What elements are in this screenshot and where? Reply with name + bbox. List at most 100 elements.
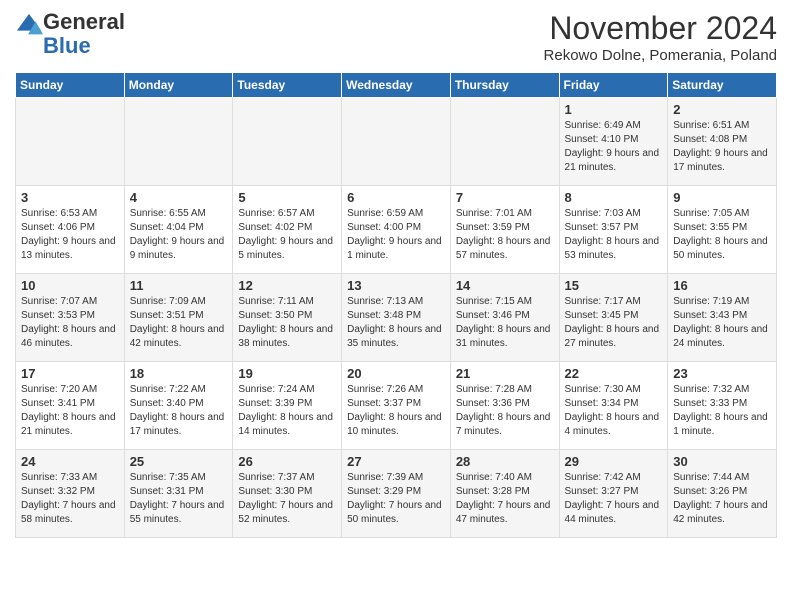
day-info: Sunrise: 7:35 AM Sunset: 3:31 PM Dayligh…	[130, 471, 228, 527]
day-number: 14	[456, 278, 554, 293]
day-info: Sunrise: 6:51 AM Sunset: 4:08 PM Dayligh…	[673, 119, 771, 175]
calendar-cell: 16 Sunrise: 7:19 AM Sunset: 3:43 PM Dayli…	[668, 274, 777, 362]
calendar-cell: 14 Sunrise: 7:15 AM Sunset: 3:46 PM Dayli…	[450, 274, 559, 362]
logo: General Blue	[15, 10, 125, 58]
day-number: 9	[673, 190, 771, 205]
calendar-cell: 4 Sunrise: 6:55 AM Sunset: 4:04 PM Daylig…	[124, 186, 233, 274]
calendar-week-row: 24 Sunrise: 7:33 AM Sunset: 3:32 PM Dayli…	[16, 450, 777, 538]
calendar-cell: 21 Sunrise: 7:28 AM Sunset: 3:36 PM Dayli…	[450, 362, 559, 450]
calendar-cell: 9 Sunrise: 7:05 AM Sunset: 3:55 PM Daylig…	[668, 186, 777, 274]
day-number: 25	[130, 454, 228, 469]
calendar-cell	[342, 98, 451, 186]
day-info: Sunrise: 7:05 AM Sunset: 3:55 PM Dayligh…	[673, 207, 771, 263]
day-info: Sunrise: 7:19 AM Sunset: 3:43 PM Dayligh…	[673, 295, 771, 351]
day-info: Sunrise: 6:53 AM Sunset: 4:06 PM Dayligh…	[21, 207, 119, 263]
day-info: Sunrise: 7:28 AM Sunset: 3:36 PM Dayligh…	[456, 383, 554, 439]
calendar-cell	[450, 98, 559, 186]
day-info: Sunrise: 7:09 AM Sunset: 3:51 PM Dayligh…	[130, 295, 228, 351]
day-info: Sunrise: 7:42 AM Sunset: 3:27 PM Dayligh…	[565, 471, 663, 527]
calendar-cell: 19Sunrise: 7:24 AM Sunset: 3:39 PM Dayli…	[233, 362, 342, 450]
day-number: 3	[21, 190, 119, 205]
column-header-wednesday: Wednesday	[342, 73, 451, 98]
calendar-cell: 27Sunrise: 7:39 AM Sunset: 3:29 PM Dayli…	[342, 450, 451, 538]
day-info: Sunrise: 7:13 AM Sunset: 3:48 PM Dayligh…	[347, 295, 445, 351]
day-number: 30	[673, 454, 771, 469]
calendar-cell: 8 Sunrise: 7:03 AM Sunset: 3:57 PM Daylig…	[559, 186, 668, 274]
calendar-cell: 11Sunrise: 7:09 AM Sunset: 3:51 PM Dayli…	[124, 274, 233, 362]
calendar-cell: 25 Sunrise: 7:35 AM Sunset: 3:31 PM Dayli…	[124, 450, 233, 538]
day-number: 20	[347, 366, 445, 381]
calendar-cell: 29 Sunrise: 7:42 AM Sunset: 3:27 PM Dayli…	[559, 450, 668, 538]
day-number: 26	[238, 454, 336, 469]
calendar-cell: 13 Sunrise: 7:13 AM Sunset: 3:48 PM Dayli…	[342, 274, 451, 362]
calendar-cell: 15Sunrise: 7:17 AM Sunset: 3:45 PM Dayli…	[559, 274, 668, 362]
day-number: 2	[673, 102, 771, 117]
calendar-week-row: 10Sunrise: 7:07 AM Sunset: 3:53 PM Dayli…	[16, 274, 777, 362]
subtitle: Rekowo Dolne, Pomerania, Poland	[544, 47, 777, 64]
day-info: Sunrise: 6:57 AM Sunset: 4:02 PM Dayligh…	[238, 207, 336, 263]
calendar-week-row: 3 Sunrise: 6:53 AM Sunset: 4:06 PM Daylig…	[16, 186, 777, 274]
day-number: 22	[565, 366, 663, 381]
day-number: 4	[130, 190, 228, 205]
day-number: 24	[21, 454, 119, 469]
calendar-week-row: 1Sunrise: 6:49 AM Sunset: 4:10 PM Daylig…	[16, 98, 777, 186]
day-number: 28	[456, 454, 554, 469]
column-header-friday: Friday	[559, 73, 668, 98]
calendar-cell: 26 Sunrise: 7:37 AM Sunset: 3:30 PM Dayli…	[233, 450, 342, 538]
calendar-cell: 6Sunrise: 6:59 AM Sunset: 4:00 PM Daylig…	[342, 186, 451, 274]
calendar-cell	[16, 98, 125, 186]
calendar-cell: 3 Sunrise: 6:53 AM Sunset: 4:06 PM Daylig…	[16, 186, 125, 274]
calendar-week-row: 17 Sunrise: 7:20 AM Sunset: 3:41 PM Dayli…	[16, 362, 777, 450]
day-number: 7	[456, 190, 554, 205]
calendar-cell: 20Sunrise: 7:26 AM Sunset: 3:37 PM Dayli…	[342, 362, 451, 450]
day-number: 17	[21, 366, 119, 381]
calendar-cell: 17 Sunrise: 7:20 AM Sunset: 3:41 PM Dayli…	[16, 362, 125, 450]
day-info: Sunrise: 7:39 AM Sunset: 3:29 PM Dayligh…	[347, 471, 445, 527]
day-info: Sunrise: 7:32 AM Sunset: 3:33 PM Dayligh…	[673, 383, 771, 439]
day-info: Sunrise: 7:37 AM Sunset: 3:30 PM Dayligh…	[238, 471, 336, 527]
day-info: Sunrise: 6:49 AM Sunset: 4:10 PM Dayligh…	[565, 119, 663, 175]
column-header-thursday: Thursday	[450, 73, 559, 98]
calendar-header-row: SundayMondayTuesdayWednesdayThursdayFrid…	[16, 73, 777, 98]
day-number: 18	[130, 366, 228, 381]
calendar-cell: 2 Sunrise: 6:51 AM Sunset: 4:08 PM Daylig…	[668, 98, 777, 186]
calendar-cell: 30 Sunrise: 7:44 AM Sunset: 3:26 PM Dayli…	[668, 450, 777, 538]
day-number: 8	[565, 190, 663, 205]
day-info: Sunrise: 7:11 AM Sunset: 3:50 PM Dayligh…	[238, 295, 336, 351]
day-info: Sunrise: 7:22 AM Sunset: 3:40 PM Dayligh…	[130, 383, 228, 439]
page-header: General Blue November 2024 Rekowo Dolne,…	[15, 10, 777, 64]
calendar-cell: 12 Sunrise: 7:11 AM Sunset: 3:50 PM Dayli…	[233, 274, 342, 362]
day-number: 12	[238, 278, 336, 293]
day-info: Sunrise: 7:44 AM Sunset: 3:26 PM Dayligh…	[673, 471, 771, 527]
day-info: Sunrise: 7:15 AM Sunset: 3:46 PM Dayligh…	[456, 295, 554, 351]
column-header-tuesday: Tuesday	[233, 73, 342, 98]
day-info: Sunrise: 6:55 AM Sunset: 4:04 PM Dayligh…	[130, 207, 228, 263]
day-info: Sunrise: 7:20 AM Sunset: 3:41 PM Dayligh…	[21, 383, 119, 439]
day-info: Sunrise: 7:03 AM Sunset: 3:57 PM Dayligh…	[565, 207, 663, 263]
day-info: Sunrise: 6:59 AM Sunset: 4:00 PM Dayligh…	[347, 207, 445, 263]
day-info: Sunrise: 7:30 AM Sunset: 3:34 PM Dayligh…	[565, 383, 663, 439]
day-number: 29	[565, 454, 663, 469]
calendar-cell: 22 Sunrise: 7:30 AM Sunset: 3:34 PM Dayli…	[559, 362, 668, 450]
day-number: 13	[347, 278, 445, 293]
column-header-sunday: Sunday	[16, 73, 125, 98]
day-info: Sunrise: 7:33 AM Sunset: 3:32 PM Dayligh…	[21, 471, 119, 527]
day-info: Sunrise: 7:24 AM Sunset: 3:39 PM Dayligh…	[238, 383, 336, 439]
logo-icon	[15, 12, 43, 40]
calendar-cell: 28Sunrise: 7:40 AM Sunset: 3:28 PM Dayli…	[450, 450, 559, 538]
day-number: 5	[238, 190, 336, 205]
column-header-monday: Monday	[124, 73, 233, 98]
month-title: November 2024	[544, 10, 777, 47]
calendar-table: SundayMondayTuesdayWednesdayThursdayFrid…	[15, 72, 777, 538]
calendar-cell: 10Sunrise: 7:07 AM Sunset: 3:53 PM Dayli…	[16, 274, 125, 362]
calendar-cell: 5 Sunrise: 6:57 AM Sunset: 4:02 PM Daylig…	[233, 186, 342, 274]
title-block: November 2024 Rekowo Dolne, Pomerania, P…	[544, 10, 777, 64]
calendar-cell: 1Sunrise: 6:49 AM Sunset: 4:10 PM Daylig…	[559, 98, 668, 186]
calendar-cell	[233, 98, 342, 186]
day-info: Sunrise: 7:17 AM Sunset: 3:45 PM Dayligh…	[565, 295, 663, 351]
day-number: 21	[456, 366, 554, 381]
day-info: Sunrise: 7:07 AM Sunset: 3:53 PM Dayligh…	[21, 295, 119, 351]
day-number: 16	[673, 278, 771, 293]
calendar-cell: 18 Sunrise: 7:22 AM Sunset: 3:40 PM Dayli…	[124, 362, 233, 450]
calendar-cell: 24 Sunrise: 7:33 AM Sunset: 3:32 PM Dayli…	[16, 450, 125, 538]
